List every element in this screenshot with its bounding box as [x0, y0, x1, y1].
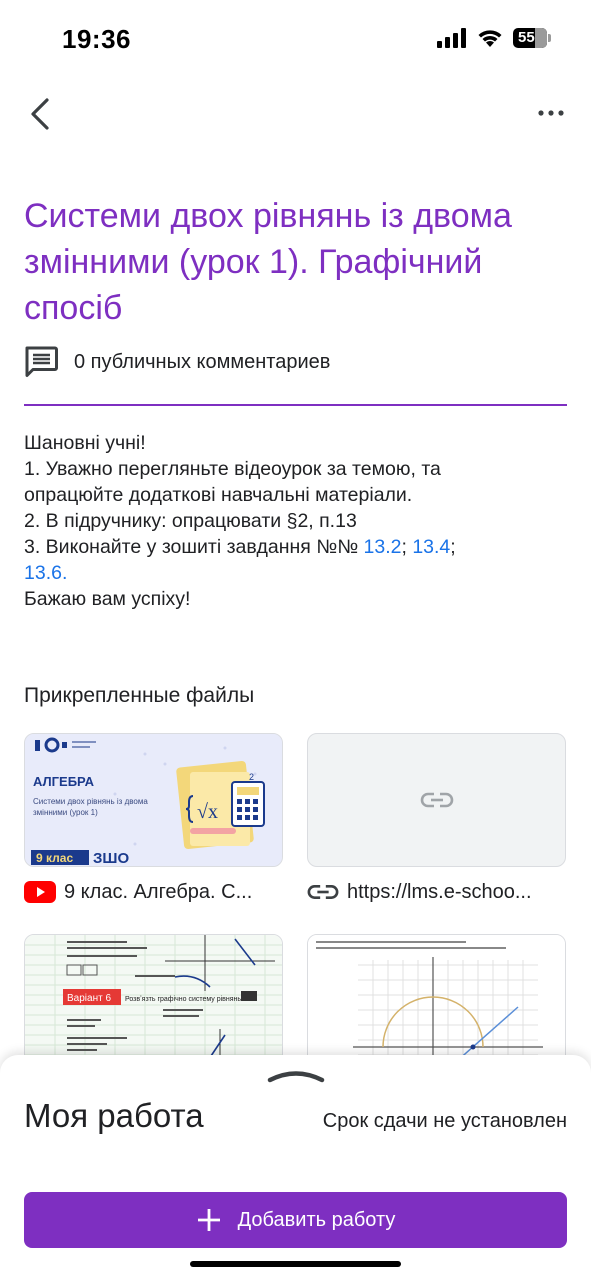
wifi-icon	[478, 30, 502, 47]
attachment-link[interactable]: https://lms.e-schoo...	[307, 733, 566, 905]
status-time: 19:36	[62, 24, 131, 54]
description-greeting: Шановні учні!	[24, 432, 146, 454]
more-options-button[interactable]	[531, 98, 571, 128]
worksheet-variant: Варіант 6	[67, 993, 111, 1004]
add-work-button[interactable]: Добавить работу	[24, 1192, 567, 1248]
description-sep2: ;	[450, 536, 456, 558]
back-button[interactable]	[20, 94, 60, 134]
public-comments-link[interactable]: 0 публичных комментариев	[24, 346, 330, 378]
worksheet-task: Розвʼязть графічно систему рівнянь	[125, 995, 241, 1003]
attached-files-heading: Прикрепленные файлы	[24, 684, 255, 707]
thumb-grade-badge: 9 клас	[36, 851, 73, 865]
worksheet-preview-art: Варіант 6 Розвʼязть графічно систему рів…	[25, 935, 282, 1067]
attachment-graph-image[interactable]	[307, 934, 566, 1068]
thumb-subtitle-1: Системи двох рівнянь із двома	[33, 797, 148, 806]
chevron-left-icon	[31, 98, 49, 130]
my-work-title: Моя работа	[24, 1097, 204, 1134]
assignment-description: Шановні учні! 1. Уважно перегляньте віде…	[24, 430, 569, 612]
more-horizontal-icon	[538, 110, 564, 116]
comment-icon	[25, 346, 58, 377]
description-step3-prefix: 3. Виконайте у зошиті завдання №№	[24, 536, 364, 558]
attachment-worksheet[interactable]: Варіант 6 Розвʼязть графічно систему рів…	[24, 934, 283, 1068]
youtube-icon	[24, 881, 56, 903]
description-step1a: 1. Уважно перегляньте відеоурок за темою…	[24, 458, 441, 480]
cellular-signal-icon	[437, 28, 466, 48]
link-icon	[420, 792, 453, 808]
description-closing: Бажаю вам успіху!	[24, 588, 191, 610]
algebra-lesson-thumbnail-art: √x 2 АЛГЕБРА Системи двох рівнянь із дво…	[25, 734, 282, 867]
link-thumbnail	[307, 733, 566, 867]
exercise-link-13-2[interactable]: 13.2	[364, 536, 402, 558]
link-icon	[307, 885, 339, 899]
plus-icon	[197, 1209, 220, 1231]
video-file-name: 9 клас. Алгебра. С...	[64, 880, 253, 903]
title-divider	[24, 404, 567, 406]
graph-image-thumbnail	[307, 934, 566, 1068]
thumb-subject: АЛГЕБРА	[33, 774, 95, 789]
worksheet-thumbnail: Варіант 6 Розвʼязть графічно систему рів…	[24, 934, 283, 1068]
thumb-subtitle-2: змінними (урок 1)	[33, 808, 98, 817]
assignment-title: Системи двох рівнянь із двома змінними (…	[24, 197, 512, 327]
description-step2: 2. В підручнику: опрацювати §2, п.13	[24, 510, 357, 532]
my-work-sheet[interactable]: Моя работа Срок сдачи не установлен Доба…	[0, 1055, 591, 1280]
status-bar: 19:36 55	[0, 0, 591, 80]
add-work-label: Добавить работу	[237, 1208, 396, 1231]
video-thumbnail: √x 2 АЛГЕБРА Системи двох рівнянь із дво…	[24, 733, 283, 867]
battery-icon: 55	[513, 28, 551, 48]
exercise-link-13-4[interactable]: 13.4	[412, 536, 450, 558]
graph-preview-art	[308, 935, 565, 1067]
svg-text:√x: √x	[197, 801, 218, 823]
comments-count: 0 публичных комментариев	[74, 350, 331, 373]
home-indicator[interactable]	[190, 1261, 401, 1267]
description-step3: 3. Виконайте у зошиті завдання №№ 13.2; …	[24, 534, 569, 560]
exercise-link-13-6[interactable]: 13.6.	[24, 562, 67, 584]
description-step1b: опрацюйте додаткові навчальні матеріали.	[24, 484, 413, 506]
link-url: https://lms.e-schoo...	[347, 880, 532, 903]
thumb-brand: ЗШО	[93, 850, 129, 867]
description-sep1: ;	[401, 536, 413, 558]
status-icons: 55	[437, 28, 551, 48]
chevron-up-icon[interactable]	[267, 1067, 325, 1083]
svg-text:2: 2	[249, 772, 254, 782]
battery-level: 55	[518, 29, 535, 46]
attachment-video[interactable]: √x 2 АЛГЕБРА Системи двох рівнянь із дво…	[24, 733, 283, 905]
due-date-status: Срок сдачи не установлен	[322, 1110, 567, 1132]
